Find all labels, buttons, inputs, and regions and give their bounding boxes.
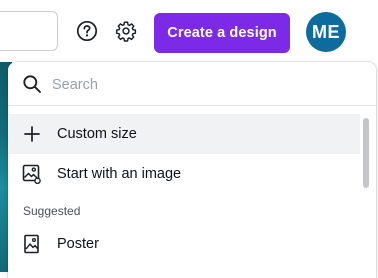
plus-icon <box>22 124 42 144</box>
gear-icon <box>115 21 137 42</box>
create-design-dropdown: Custom size Start with an image Suggeste… <box>8 62 376 278</box>
top-bar: Create a design ME <box>0 0 378 62</box>
search-icon <box>23 75 41 93</box>
header-search-field[interactable] <box>0 11 58 51</box>
user-avatar[interactable]: ME <box>306 12 346 52</box>
menu-item-label: Poster <box>57 236 99 252</box>
menu-item-label: Custom size <box>57 126 137 142</box>
menu-item-poster[interactable]: Poster <box>8 224 360 264</box>
menu-item-custom-size[interactable]: Custom size <box>8 114 360 154</box>
suggested-section-label: Suggested <box>23 204 81 218</box>
create-design-button[interactable]: Create a design <box>154 13 290 53</box>
poster-icon <box>22 234 42 254</box>
dropdown-search-input[interactable] <box>50 72 354 98</box>
menu-item-label: Start with an image <box>57 166 182 182</box>
image-icon <box>22 164 42 184</box>
dropdown-scrollbar[interactable] <box>363 118 369 188</box>
menu-item-start-with-image[interactable]: Start with an image <box>8 154 360 194</box>
help-button[interactable] <box>75 19 99 43</box>
settings-button[interactable] <box>114 19 138 43</box>
question-circle-icon <box>76 20 98 42</box>
dropdown-search-bar <box>8 62 376 106</box>
